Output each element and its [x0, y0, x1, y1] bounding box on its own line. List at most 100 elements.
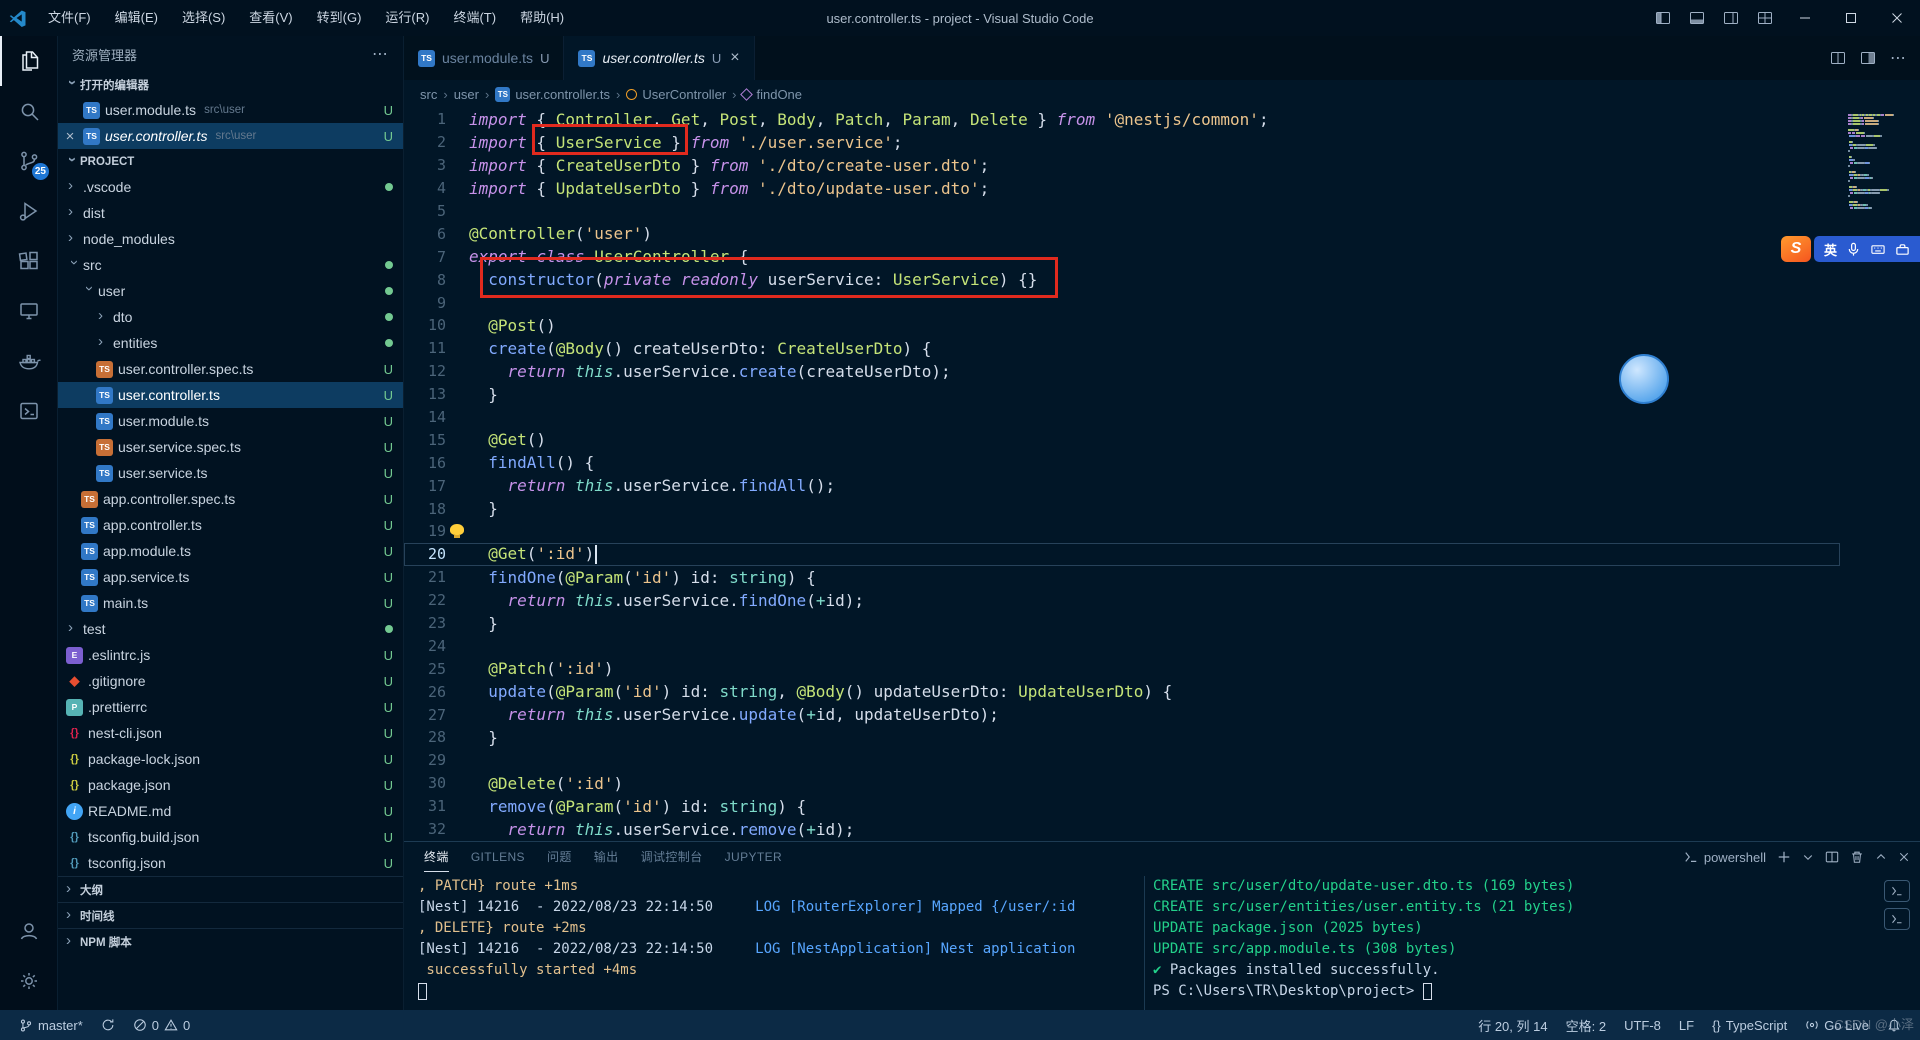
menu-item[interactable]: 终端(T) [441, 0, 508, 36]
code-line[interactable]: 21 findOne(@Param('id') id: string) { [404, 566, 1840, 589]
code-line[interactable]: 3 import { CreateUserDto } from './dto/cr… [404, 154, 1840, 177]
lightbulb-icon[interactable] [450, 524, 464, 539]
terminal-right[interactable]: CREATE src/user/dto/update-user.dto.ts (… [1145, 876, 1874, 1010]
code-line[interactable]: 30 @Delete(':id') [404, 772, 1840, 795]
explorer-icon[interactable] [0, 36, 57, 86]
tree-file[interactable]: E .eslintrc.js U [58, 642, 403, 668]
code-line[interactable]: 29 [404, 749, 1840, 772]
code-line[interactable]: 27 return this.userService.update(+id, u… [404, 703, 1840, 726]
new-terminal-icon[interactable] [1777, 850, 1791, 864]
tree-file[interactable]: TS user.service.ts U [58, 460, 403, 486]
search-icon[interactable] [0, 86, 57, 136]
terminal-left[interactable]: , PATCH} route +1ms [Nest] 14216 - 2022/0… [404, 876, 1145, 1010]
code-line[interactable]: 19 [404, 520, 1840, 543]
ime-language-toggle[interactable]: 英 [1824, 240, 1837, 259]
sync-changes-icon[interactable] [94, 1010, 122, 1040]
open-editor-item[interactable]: × TS user.controller.ts src\user U [58, 123, 403, 149]
more-actions-icon[interactable]: ⋯ [372, 44, 389, 64]
breadcrumb-item[interactable]: UserController [626, 87, 726, 102]
language-mode[interactable]: {} TypeScript [1705, 1010, 1794, 1040]
account-icon[interactable] [0, 906, 57, 956]
code-line[interactable]: 10 @Post() [404, 314, 1840, 337]
tree-file[interactable]: TS user.controller.spec.ts U [58, 356, 403, 382]
toggle-layout-icon[interactable] [1860, 50, 1876, 66]
menu-item[interactable]: 文件(F) [36, 0, 103, 36]
docker-icon[interactable] [0, 336, 57, 386]
notifications-bell-icon[interactable] [1880, 1010, 1908, 1040]
panel-tab[interactable]: 终端 [424, 843, 449, 872]
open-editor-item[interactable]: TS user.module.ts src\user U [58, 97, 403, 123]
maximize-button[interactable] [1828, 0, 1874, 36]
tree-file[interactable]: TS user.module.ts U [58, 408, 403, 434]
code-line[interactable]: 15 @Get() [404, 428, 1840, 451]
code-line[interactable]: 5 [404, 200, 1840, 223]
menu-item[interactable]: 帮助(H) [508, 0, 576, 36]
customize-layout-icon[interactable] [1748, 0, 1782, 36]
menu-item[interactable]: 查看(V) [237, 0, 304, 36]
minimize-button[interactable] [1782, 0, 1828, 36]
menu-item[interactable]: 转到(G) [305, 0, 374, 36]
code-line[interactable]: 14 [404, 406, 1840, 429]
tree-file[interactable]: ◆ .gitignore U [58, 668, 403, 694]
sidebar-section[interactable]: NPM 脚本 [58, 928, 403, 954]
tree-folder[interactable]: dist [58, 200, 403, 226]
tree-file[interactable]: TS app.service.ts U [58, 564, 403, 590]
panel-tab[interactable]: JUPYTER [725, 843, 782, 872]
menu-item[interactable]: 选择(S) [170, 0, 237, 36]
code-line[interactable]: 22 return this.userService.findOne(+id); [404, 589, 1840, 612]
editor[interactable]: 1 import { Controller, Get, Post, Body, P… [404, 108, 1920, 841]
tree-file[interactable]: TS app.module.ts U [58, 538, 403, 564]
tree-file[interactable]: {} tsconfig.json U [58, 850, 403, 876]
code-line[interactable]: 32 return this.userService.remove(+id); [404, 818, 1840, 841]
sidebar-section[interactable]: 时间线 [58, 902, 403, 928]
code-line[interactable]: 31 remove(@Param('id') id: string) { [404, 795, 1840, 818]
keyboard-icon[interactable] [1870, 242, 1886, 257]
code-line[interactable]: 23 } [404, 612, 1840, 635]
toggle-secondary-sidebar-icon[interactable] [1714, 0, 1748, 36]
tree-file[interactable]: i README.md U [58, 798, 403, 824]
tree-file[interactable]: TS app.controller.spec.ts U [58, 486, 403, 512]
code-line[interactable]: 11 create(@Body() createUserDto: CreateU… [404, 337, 1840, 360]
close-panel-icon[interactable] [1898, 851, 1910, 863]
problems-status[interactable]: 0 0 [126, 1010, 197, 1040]
tree-folder[interactable]: entities [58, 330, 403, 356]
close-icon[interactable]: × [730, 49, 739, 67]
settings-gear-icon[interactable] [0, 956, 57, 1006]
kill-terminal-trash-icon[interactable] [1850, 850, 1864, 864]
menu-item[interactable]: 运行(R) [373, 0, 441, 36]
tree-file[interactable]: {} tsconfig.build.json U [58, 824, 403, 850]
toggle-panel-icon[interactable] [1680, 0, 1714, 36]
encoding[interactable]: UTF-8 [1617, 1010, 1668, 1040]
code-line[interactable]: 26 update(@Param('id') id: string, @Body… [404, 680, 1840, 703]
panel-tab[interactable]: 调试控制台 [641, 843, 703, 872]
close-icon[interactable]: × [62, 128, 78, 145]
more-actions-icon[interactable]: ⋯ [1890, 48, 1906, 68]
code-line[interactable]: 24 [404, 634, 1840, 657]
editor-tab[interactable]: TS user.controller.ts U × [564, 36, 755, 80]
panel-tab[interactable]: 问题 [547, 843, 572, 872]
indentation[interactable]: 空格: 2 [1559, 1010, 1613, 1040]
sogou-logo-icon[interactable]: S [1780, 236, 1811, 262]
tree-folder[interactable]: user [58, 278, 403, 304]
menu-item[interactable]: 编辑(E) [103, 0, 170, 36]
breadcrumb-item[interactable]: src [420, 87, 437, 102]
run-and-debug-icon[interactable] [0, 186, 57, 236]
editor-tab[interactable]: TS user.module.ts U [404, 36, 565, 80]
split-terminal-icon[interactable] [1825, 850, 1839, 864]
code-line[interactable]: 6 @Controller('user') [404, 222, 1840, 245]
tree-folder[interactable]: src [58, 252, 403, 278]
mic-icon[interactable] [1846, 242, 1861, 257]
panel-tab[interactable]: 输出 [594, 843, 619, 872]
breadcrumb-item[interactable]: findOne [740, 87, 802, 102]
extensions-icon[interactable] [0, 236, 57, 286]
source-control-icon[interactable]: 25 [0, 136, 57, 186]
split-editor-icon[interactable] [1830, 50, 1846, 66]
close-button[interactable] [1874, 0, 1920, 36]
terminal-instance-icon[interactable] [1884, 908, 1910, 930]
code-line[interactable]: 17 return this.userService.findAll(); [404, 474, 1840, 497]
code-line[interactable]: 20 @Get(':id') [404, 543, 1840, 566]
tree-folder[interactable]: node_modules [58, 226, 403, 252]
tree-folder[interactable]: .vscode [58, 174, 403, 200]
code-line[interactable]: 28 } [404, 726, 1840, 749]
terminal-shell-picker[interactable]: powershell [1684, 850, 1766, 865]
